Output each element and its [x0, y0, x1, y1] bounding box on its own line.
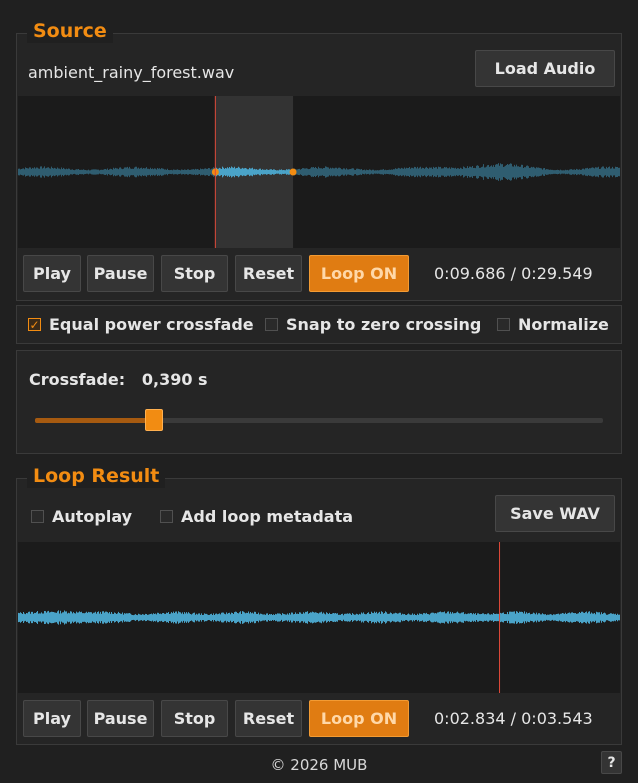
save-wav-button[interactable]: Save WAV — [495, 495, 615, 532]
result-play-button[interactable]: Play — [23, 700, 81, 737]
result-reset-button[interactable]: Reset — [235, 700, 302, 737]
source-filename: ambient_rainy_forest.wav — [28, 63, 235, 82]
source-play-button[interactable]: Play — [23, 255, 81, 292]
check-icon: ✓ — [29, 317, 40, 332]
crossfade-title: Crossfade: — [29, 370, 126, 389]
load-audio-button[interactable]: Load Audio — [475, 50, 615, 87]
options-group: ✓ Equal power crossfade Snap to zero cro… — [16, 305, 622, 344]
crossfade-label: Crossfade: 0,390 s — [29, 370, 208, 389]
snap-zero-checkbox-box[interactable] — [265, 318, 278, 331]
source-pause-button[interactable]: Pause — [87, 255, 154, 292]
source-loop-button[interactable]: Loop ON — [309, 255, 409, 292]
result-loop-button[interactable]: Loop ON — [309, 700, 409, 737]
snap-zero-label: Snap to zero crossing — [286, 315, 482, 334]
normalize-checkbox[interactable]: Normalize — [497, 315, 609, 334]
normalize-label: Normalize — [518, 315, 609, 334]
normalize-checkbox-box[interactable] — [497, 318, 510, 331]
autoplay-label: Autoplay — [52, 507, 133, 526]
source-title: Source — [27, 19, 113, 43]
crossfade-group: Crossfade: 0,390 s — [16, 350, 622, 454]
source-time: 0:09.686 / 0:29.549 — [434, 264, 593, 283]
crossfade-value: 0,390 s — [141, 370, 208, 389]
source-stop-button[interactable]: Stop — [161, 255, 228, 292]
metadata-checkbox-box[interactable] — [160, 510, 173, 523]
result-time: 0:02.834 / 0:03.543 — [434, 709, 593, 728]
source-reset-button[interactable]: Reset — [235, 255, 302, 292]
source-waveform-svg — [18, 96, 620, 248]
result-waveform-svg — [18, 542, 620, 693]
autoplay-checkbox[interactable]: Autoplay — [31, 507, 132, 526]
snap-zero-checkbox[interactable]: Snap to zero crossing — [265, 315, 481, 334]
metadata-checkbox[interactable]: Add loop metadata — [160, 507, 353, 526]
loop-result-title: Loop Result — [27, 464, 166, 488]
result-waveform[interactable] — [18, 542, 620, 693]
crossfade-slider-fill — [35, 418, 155, 423]
metadata-label: Add loop metadata — [181, 507, 354, 526]
footer-copyright: © 2026 MUB — [270, 756, 368, 774]
crossfade-slider-handle[interactable] — [145, 409, 164, 431]
help-button[interactable]: ? — [601, 751, 622, 774]
equal-power-checkbox[interactable]: ✓ Equal power crossfade — [28, 315, 254, 334]
source-group: Source ambient_rainy_forest.wav Load Aud… — [16, 19, 622, 301]
source-waveform[interactable] — [18, 96, 620, 248]
equal-power-checkbox-box[interactable]: ✓ — [28, 318, 41, 331]
autoplay-checkbox-box[interactable] — [31, 510, 44, 523]
result-pause-button[interactable]: Pause — [87, 700, 154, 737]
result-stop-button[interactable]: Stop — [161, 700, 228, 737]
loop-end-marker[interactable] — [289, 168, 297, 176]
loop-result-group: Loop Result Autoplay Add loop metadata S… — [16, 464, 622, 745]
equal-power-label: Equal power crossfade — [49, 315, 254, 334]
crossfade-slider[interactable] — [35, 409, 603, 433]
